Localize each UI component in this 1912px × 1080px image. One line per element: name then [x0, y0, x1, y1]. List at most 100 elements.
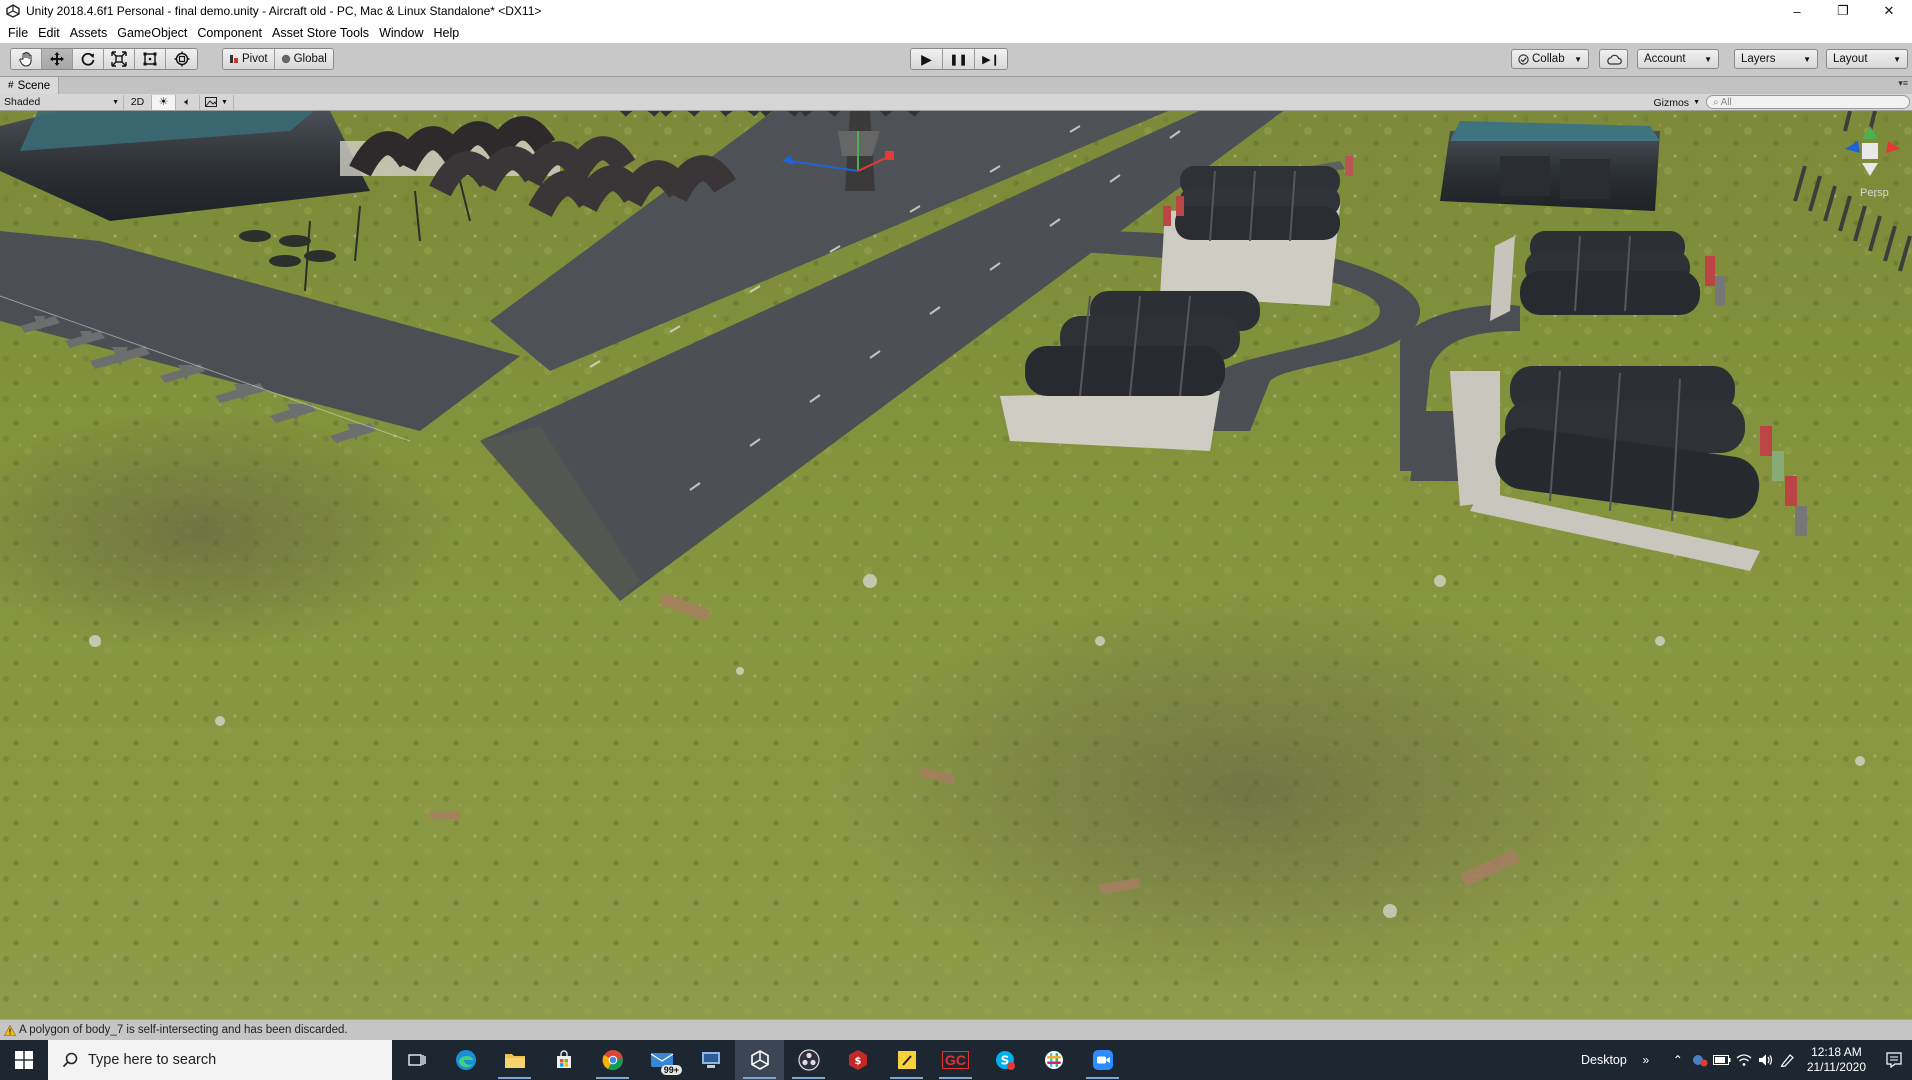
taskbar-search-box[interactable]: Type here to search: [48, 1040, 392, 1080]
gizmos-dropdown[interactable]: Gizmos ▼: [1653, 95, 1700, 110]
zoom-icon: [1092, 1050, 1113, 1070]
layers-dropdown[interactable]: Layers ▼: [1734, 49, 1818, 69]
close-button[interactable]: ✕: [1866, 0, 1912, 22]
menu-help[interactable]: Help: [434, 26, 460, 40]
move-icon: [50, 52, 64, 66]
start-button[interactable]: [0, 1040, 48, 1080]
scale-icon: [111, 51, 127, 67]
step-button[interactable]: ▶❙: [975, 49, 1007, 69]
sticky-notes-app[interactable]: [882, 1040, 931, 1080]
clock-time: 12:18 AM: [1811, 1045, 1862, 1059]
scale-tool-button[interactable]: [104, 49, 135, 69]
mail-unread-badge: 99+: [660, 1065, 682, 1075]
wifi-icon[interactable]: [1733, 1053, 1755, 1067]
mail-app[interactable]: 99+: [637, 1040, 686, 1080]
pivot-global-group: Pivot Global: [222, 48, 334, 70]
tab-options-icon[interactable]: ▾≡: [1898, 78, 1908, 89]
transform-tool-button[interactable]: [166, 49, 197, 69]
slack-app[interactable]: [1029, 1040, 1078, 1080]
account-dropdown-icon: ▼: [1704, 54, 1712, 64]
gc-app[interactable]: GC: [931, 1040, 980, 1080]
audio-toggle[interactable]: 🔈︎: [176, 94, 200, 110]
hangar-building-right: [1440, 121, 1660, 211]
menu-gameobject[interactable]: GameObject: [117, 26, 187, 40]
menu-assets[interactable]: Assets: [70, 26, 108, 40]
edge-app[interactable]: [441, 1040, 490, 1080]
pause-button[interactable]: ❚❚: [943, 49, 975, 69]
battery-icon[interactable]: [1711, 1055, 1733, 1065]
task-view-button[interactable]: [392, 1040, 441, 1080]
volume-icon[interactable]: [1755, 1053, 1777, 1067]
cloud-button[interactable]: [1599, 49, 1628, 69]
rect-tool-button[interactable]: [135, 49, 166, 69]
chrome-icon: [602, 1050, 623, 1071]
collab-dropdown-icon: ▼: [1574, 54, 1582, 64]
scene-render: Persp: [0, 111, 1912, 1019]
scene-tab-label: Scene: [17, 79, 51, 92]
scene-search-placeholder: All: [1720, 96, 1732, 108]
search-icon: [62, 1052, 78, 1068]
terrain-dirt-patch: [830, 591, 1670, 991]
warning-icon: [4, 1024, 16, 1036]
store-icon: [556, 1050, 571, 1068]
effects-dropdown[interactable]: ▼: [200, 94, 234, 110]
hand-tool-button[interactable]: [11, 49, 42, 69]
scene-viewport[interactable]: Persp: [0, 111, 1912, 1019]
playback-controls: ▶ ❚❚ ▶❙: [910, 48, 1008, 70]
move-tool-button[interactable]: [42, 49, 73, 69]
menu-edit[interactable]: Edit: [38, 26, 60, 40]
menu-bar: File Edit Assets GameObject Component As…: [0, 22, 1912, 43]
store-app[interactable]: [539, 1040, 588, 1080]
menu-asset-store-tools[interactable]: Asset Store Tools: [272, 26, 369, 40]
show-hidden-icons-icon[interactable]: ⌃: [1667, 1053, 1689, 1067]
main-toolbar: Pivot Global ▶ ❚❚ ▶❙ Collab ▼ Account ▼ …: [0, 43, 1912, 77]
obs-app[interactable]: [784, 1040, 833, 1080]
system-clock[interactable]: 12:18 AM 21/11/2020: [1807, 1045, 1866, 1075]
skype-app[interactable]: S: [980, 1040, 1029, 1080]
desktop-toolbar-label[interactable]: Desktop: [1581, 1053, 1627, 1067]
minimize-button[interactable]: –: [1774, 0, 1820, 22]
file-explorer-app[interactable]: [490, 1040, 539, 1080]
windows-logo-icon: [15, 1051, 33, 1069]
notification-icon: [1886, 1052, 1902, 1068]
draw-mode-label: Shaded: [4, 96, 41, 108]
rotate-tool-button[interactable]: [73, 49, 104, 69]
s-app[interactable]: $: [833, 1040, 882, 1080]
console-status-bar[interactable]: A polygon of body_7 is self-intersecting…: [0, 1019, 1912, 1040]
restore-button[interactable]: ❐: [1820, 0, 1866, 22]
rotate-icon: [81, 52, 95, 66]
unity-app[interactable]: [735, 1040, 784, 1080]
network-app[interactable]: [686, 1040, 735, 1080]
action-center-button[interactable]: [1876, 1052, 1912, 1068]
zoom-app[interactable]: [1078, 1040, 1127, 1080]
toolbar-more-icon[interactable]: »: [1635, 1053, 1657, 1067]
lighting-toggle[interactable]: ☀: [152, 94, 176, 110]
menu-file[interactable]: File: [8, 26, 28, 40]
global-toggle[interactable]: Global: [274, 49, 333, 69]
menu-window[interactable]: Window: [379, 26, 423, 40]
pen-icon[interactable]: [1777, 1053, 1799, 1067]
scene-search-input[interactable]: ⌕ All: [1706, 95, 1910, 109]
rect-transform-icon: [143, 52, 157, 66]
obs-icon: [797, 1049, 820, 1071]
layers-dropdown-icon: ▼: [1803, 54, 1811, 64]
status-message: A polygon of body_7 is self-intersecting…: [19, 1024, 348, 1036]
tray-app-icon[interactable]: [1689, 1053, 1711, 1067]
scene-tab[interactable]: # Scene: [0, 77, 60, 94]
window-title: Unity 2018.4.6f1 Personal - final demo.u…: [26, 4, 542, 18]
menu-component[interactable]: Component: [197, 26, 262, 40]
toggle-2d-button[interactable]: 2D: [124, 94, 152, 110]
play-button[interactable]: ▶: [911, 49, 943, 69]
pivot-toggle[interactable]: Pivot: [223, 49, 275, 69]
chrome-app[interactable]: [588, 1040, 637, 1080]
network-app-icon: [701, 1052, 720, 1068]
projection-label[interactable]: Persp: [1860, 187, 1889, 199]
scene-grid-icon: #: [8, 80, 14, 91]
collab-button[interactable]: Collab ▼: [1511, 49, 1589, 69]
transform-icon: [174, 51, 189, 67]
collab-label: Collab: [1532, 53, 1565, 65]
layout-dropdown-icon: ▼: [1893, 54, 1901, 64]
draw-mode-dropdown[interactable]: Shaded ▼: [0, 94, 124, 110]
account-dropdown[interactable]: Account ▼: [1637, 49, 1719, 69]
layout-dropdown[interactable]: Layout ▼: [1826, 49, 1908, 69]
